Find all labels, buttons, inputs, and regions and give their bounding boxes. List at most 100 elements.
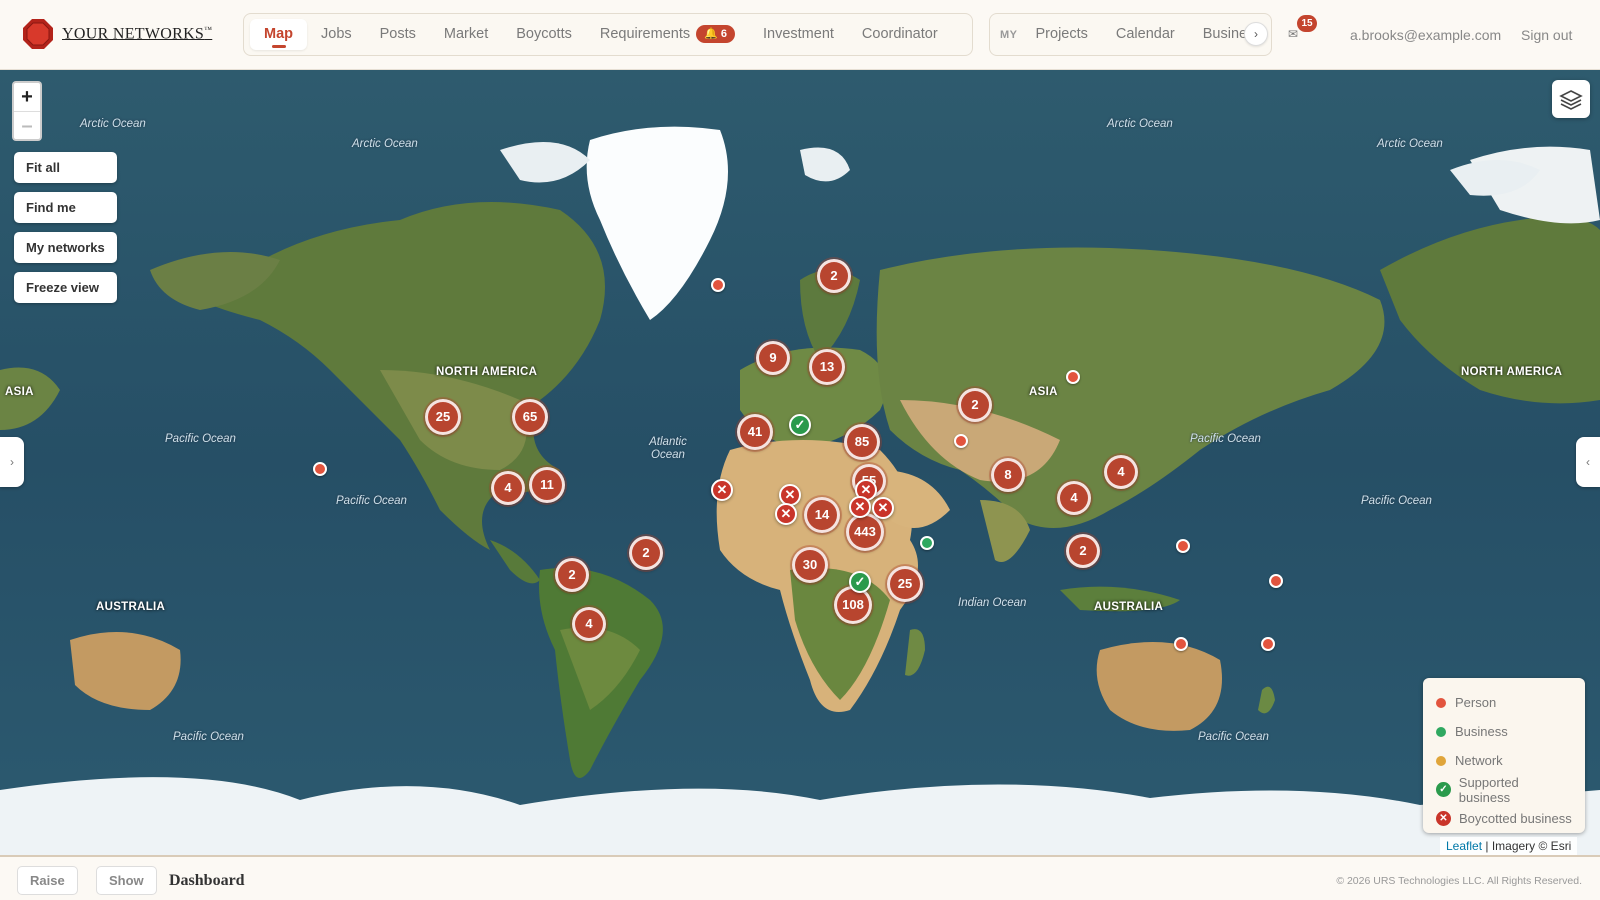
map-legend: Person Business Network ✓ Supported busin… (1423, 678, 1585, 833)
person-marker[interactable] (313, 462, 327, 476)
ocean-label: Arctic Ocean (80, 118, 146, 130)
person-marker[interactable] (1269, 574, 1283, 588)
legend-label: Person (1455, 695, 1497, 710)
ocean-label: Pacific Ocean (173, 731, 244, 743)
logo-octagon-icon (23, 19, 53, 49)
person-marker[interactable] (1174, 637, 1188, 651)
ocean-label: Pacific Ocean (1198, 731, 1269, 743)
cluster-marker[interactable]: 25 (887, 566, 923, 602)
ocean-label: Pacific Ocean (1361, 495, 1432, 507)
zoom-in-button[interactable]: + (14, 83, 40, 111)
footer-bar: Raise Show Dashboard © 2026 URS Technolo… (0, 855, 1600, 900)
cluster-marker[interactable]: 4 (491, 471, 525, 505)
raise-button[interactable]: Raise (17, 866, 78, 895)
my-networks-button[interactable]: My networks (14, 232, 117, 263)
cluster-marker[interactable]: 9 (756, 341, 790, 375)
cluster-marker[interactable]: 4 (1057, 481, 1091, 515)
imagery-credit: Imagery © Esri (1491, 839, 1572, 853)
nav-my-calendar[interactable]: Calendar (1102, 19, 1189, 50)
nav-requirements[interactable]: Requirements 🔔 6 (586, 19, 749, 50)
boycotted-business-marker[interactable]: ✕ (775, 503, 797, 525)
cluster-marker[interactable]: 443 (846, 513, 884, 551)
cluster-marker[interactable]: 11 (529, 467, 565, 503)
logo[interactable]: YOUR NETWORKS™ (22, 18, 212, 50)
nav-boycotts[interactable]: Boycotts (502, 19, 586, 50)
legend-item-boycotted: ✕ Boycotted business (1436, 804, 1572, 833)
cluster-marker[interactable]: 2 (958, 388, 992, 422)
cluster-marker[interactable]: 2 (1066, 534, 1100, 568)
supported-business-marker[interactable]: ✓ (789, 414, 811, 436)
right-panel-toggle[interactable]: ‹ (1576, 437, 1600, 487)
boycotted-business-marker[interactable]: ✕ (849, 496, 871, 518)
find-me-button[interactable]: Find me (14, 192, 117, 223)
mail-icon[interactable]: ✉ (1288, 27, 1298, 41)
person-marker[interactable] (711, 278, 725, 292)
ocean-label: Arctic Ocean (1377, 138, 1443, 150)
legend-item-business: Business (1436, 717, 1572, 746)
layers-button[interactable] (1552, 80, 1590, 118)
chevron-right-icon[interactable]: › (1244, 22, 1268, 46)
nav-jobs[interactable]: Jobs (307, 19, 366, 50)
leaflet-link[interactable]: Leaflet (1446, 839, 1482, 853)
nav-map[interactable]: Map (250, 19, 307, 50)
cluster-marker[interactable]: 41 (737, 414, 773, 450)
cluster-marker[interactable]: 85 (844, 424, 880, 460)
person-marker[interactable] (954, 434, 968, 448)
business-dot-icon (1436, 726, 1446, 737)
nav-requirements-label: Requirements (599, 26, 691, 42)
continent-label: AUSTRALIA (96, 601, 166, 613)
cluster-marker[interactable]: 8 (991, 458, 1025, 492)
legend-item-person: Person (1436, 688, 1572, 717)
person-marker[interactable] (1066, 370, 1080, 384)
nav-market[interactable]: Market (430, 19, 502, 50)
copyright: © 2026 URS Technologies LLC. All Rights … (1336, 875, 1582, 887)
nav-coordinator[interactable]: Coordinator (848, 19, 952, 50)
nav-investment[interactable]: Investment (749, 19, 848, 50)
nav-my-projects[interactable]: Projects (1022, 19, 1102, 50)
cluster-marker[interactable]: 65 (512, 399, 548, 435)
cluster-marker[interactable]: 25 (425, 399, 461, 435)
mail-count-badge: 15 (1297, 15, 1317, 32)
cluster-marker[interactable]: 14 (804, 497, 840, 533)
top-header: YOUR NETWORKS™ Map Jobs Posts Market Boy… (0, 0, 1600, 70)
layers-icon (1559, 90, 1583, 110)
left-panel-toggle[interactable]: › (0, 437, 24, 487)
cluster-marker[interactable]: 2 (555, 558, 589, 592)
chevron-right-icon: › (10, 455, 14, 469)
person-marker[interactable] (1261, 637, 1275, 651)
cluster-marker[interactable]: 2 (629, 536, 663, 570)
cluster-marker[interactable]: 108 (834, 586, 872, 624)
logo-text: YOUR NETWORKS™ (62, 24, 213, 43)
continent-label: ASIA (1029, 386, 1058, 398)
map-attribution: Leaflet | Imagery © Esri (1440, 837, 1578, 855)
network-dot-icon (1436, 755, 1446, 766)
show-button[interactable]: Show (96, 866, 157, 895)
world-map[interactable]: Arctic Ocean Arctic Ocean Arctic Ocean A… (0, 70, 1600, 855)
zoom-control: + – (12, 81, 42, 141)
continent-label: NORTH AMERICA (1461, 366, 1563, 378)
sign-out-link[interactable]: Sign out (1521, 27, 1572, 43)
legend-item-network: Network (1436, 746, 1572, 775)
cluster-marker[interactable]: 2 (817, 259, 851, 293)
fit-all-button[interactable]: Fit all (14, 152, 117, 183)
cluster-marker[interactable]: 30 (792, 547, 828, 583)
nav-posts[interactable]: Posts (366, 19, 430, 50)
boycotted-business-marker[interactable]: ✕ (872, 497, 894, 519)
ocean-label: Atlantic Ocean (649, 436, 687, 461)
legend-item-supported: ✓ Supported business (1436, 775, 1572, 805)
supported-business-marker[interactable]: ✓ (849, 571, 871, 593)
requirements-badge: 🔔 6 (696, 25, 735, 44)
zoom-out-button[interactable]: – (14, 111, 40, 139)
legend-label: Network (1455, 753, 1503, 768)
ocean-label: Arctic Ocean (1107, 118, 1173, 130)
continent-label: NORTH AMERICA (436, 366, 538, 378)
boycotted-business-marker[interactable]: ✕ (711, 479, 733, 501)
freeze-view-button[interactable]: Freeze view (14, 272, 117, 303)
user-email[interactable]: a.brooks@example.com (1350, 27, 1501, 43)
person-dot-icon (1436, 697, 1446, 708)
cluster-marker[interactable]: 13 (809, 349, 845, 385)
person-marker[interactable] (1176, 539, 1190, 553)
business-marker[interactable] (920, 536, 934, 550)
cluster-marker[interactable]: 4 (572, 607, 606, 641)
cluster-marker[interactable]: 4 (1104, 455, 1138, 489)
